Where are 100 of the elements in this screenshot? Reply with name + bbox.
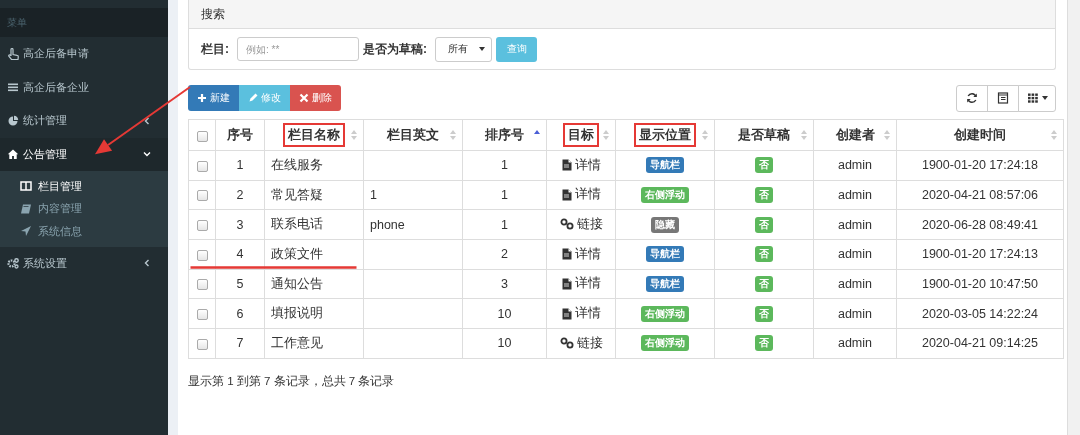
caret-down-icon (479, 47, 485, 51)
status-badge: 导航栏 (646, 157, 684, 174)
table-cell: 10 (497, 336, 512, 351)
status-badge: 导航栏 (646, 246, 684, 263)
status-badge: 右侧浮动 (641, 187, 689, 204)
refresh-icon (966, 92, 978, 104)
table-cell: admin (837, 277, 872, 292)
document-icon (561, 188, 572, 201)
table-cell: 2020-04-21 09:14:25 (921, 336, 1039, 351)
chain-link-icon (559, 337, 574, 350)
columns-button[interactable] (1018, 84, 1056, 112)
field-label: 栏目: (201, 40, 229, 58)
table-cell: 10 (497, 306, 512, 321)
table-cell: 通知公告 (271, 276, 323, 291)
table-cell: 链接 (576, 334, 603, 352)
table-cell: 2020-06-28 08:49:41 (921, 217, 1039, 232)
table-cell: 详情 (574, 245, 601, 263)
checkbox[interactable] (196, 338, 208, 350)
table-cell: admin (837, 188, 872, 203)
table-cell: 政策文件 (271, 246, 323, 261)
gears-icon (7, 257, 19, 270)
submenu-item[interactable]: 栏目管理 (0, 175, 168, 198)
status-badge: 否 (755, 216, 773, 233)
table-cell: admin (837, 336, 872, 351)
pencil-icon (248, 93, 258, 103)
close-icon (299, 93, 309, 103)
submenu-item[interactable]: 系统信息 (0, 220, 168, 243)
table-cell: 1 (501, 158, 508, 173)
table-cell: 1 (501, 188, 508, 203)
pie-chart-icon (7, 114, 19, 127)
column-header[interactable]: 栏目名称 (283, 123, 345, 147)
table-cell: 常见答疑 (271, 187, 323, 202)
status-badge: 否 (755, 187, 773, 204)
table-cell: 1 (370, 188, 377, 203)
book-icon (20, 202, 32, 215)
table-cell: 2020-04-21 08:57:06 (921, 188, 1039, 203)
delete-button[interactable]: 删除 (290, 85, 341, 111)
status-badge: 否 (755, 305, 773, 322)
table-cell: 6 (236, 306, 244, 321)
checkbox[interactable] (196, 190, 208, 202)
checkbox[interactable] (196, 160, 208, 172)
toggle-view-button[interactable] (987, 84, 1019, 112)
table-cell: admin (837, 247, 872, 262)
table-cell: 3 (236, 217, 244, 232)
caret-down-icon (1041, 96, 1048, 100)
table-cell: 填报说明 (271, 306, 323, 321)
table-cell: 2 (236, 188, 244, 203)
table-cell: admin (837, 158, 872, 173)
table-cell: 1 (501, 217, 508, 232)
table-cell: 2 (501, 247, 508, 262)
table-cell: 详情 (574, 186, 601, 204)
table-cell: admin (837, 217, 872, 232)
table-cell: 5 (236, 277, 244, 292)
table-cell: 在线服务 (271, 157, 323, 172)
column-header[interactable]: 显示位置 (634, 123, 696, 147)
table-cell: 7 (236, 336, 244, 351)
menu-icon (7, 81, 19, 94)
table-cell: 3 (501, 277, 508, 292)
refresh-button[interactable] (956, 84, 988, 112)
status-badge: 隐藏 (651, 216, 679, 233)
sidebar-item[interactable]: 公告管理 (0, 137, 168, 171)
table-cell: 详情 (574, 305, 601, 323)
input-field[interactable]: 例如: ** (237, 37, 359, 61)
table-cell: 1900-01-20 17:24:13 (921, 247, 1039, 262)
document-icon (561, 159, 572, 172)
sidebar-item[interactable]: 高企后备申请 (0, 37, 168, 71)
status-badge: 否 (755, 246, 773, 263)
sidebar-item[interactable]: 高企后备企业 (0, 70, 168, 104)
table-cell: 2020-03-05 14:22:24 (921, 306, 1039, 321)
status-badge: 右侧浮动 (641, 335, 689, 352)
list-icon (997, 92, 1009, 104)
scrollbar[interactable] (1067, 0, 1080, 435)
submenu-item[interactable]: 内容管理 (0, 197, 168, 220)
table-cell: 详情 (574, 275, 601, 293)
select-dropdown[interactable]: 所有 (435, 36, 492, 62)
checkbox[interactable] (196, 219, 208, 231)
checkbox[interactable] (196, 309, 208, 320)
document-icon (561, 248, 572, 261)
checkbox[interactable] (196, 130, 208, 142)
sidebar-item[interactable]: 统计管理 (0, 104, 168, 138)
table-cell: 链接 (576, 215, 603, 233)
chevron-left-icon (142, 258, 152, 269)
table-cell: 联系电话 (271, 217, 323, 232)
new-button[interactable]: 新建 (188, 85, 239, 111)
status-badge: 否 (755, 157, 773, 174)
table-cell: admin (837, 306, 872, 321)
plus-icon (197, 93, 207, 103)
hand-pointer-icon (7, 47, 19, 60)
document-icon (561, 277, 572, 290)
checkbox[interactable] (196, 249, 208, 261)
sidebar-item[interactable]: 系统设置 (0, 246, 168, 280)
status-badge: 否 (755, 335, 773, 352)
column-header[interactable]: 目标 (563, 123, 599, 147)
chain-link-icon (559, 218, 574, 231)
grid-icon (1026, 92, 1039, 104)
home-icon (7, 148, 19, 161)
checkbox[interactable] (196, 279, 208, 291)
table-cell: 1900-01-20 17:24:18 (921, 158, 1039, 173)
status-badge: 右侧浮动 (641, 305, 689, 322)
table-cell: phone (370, 217, 405, 232)
